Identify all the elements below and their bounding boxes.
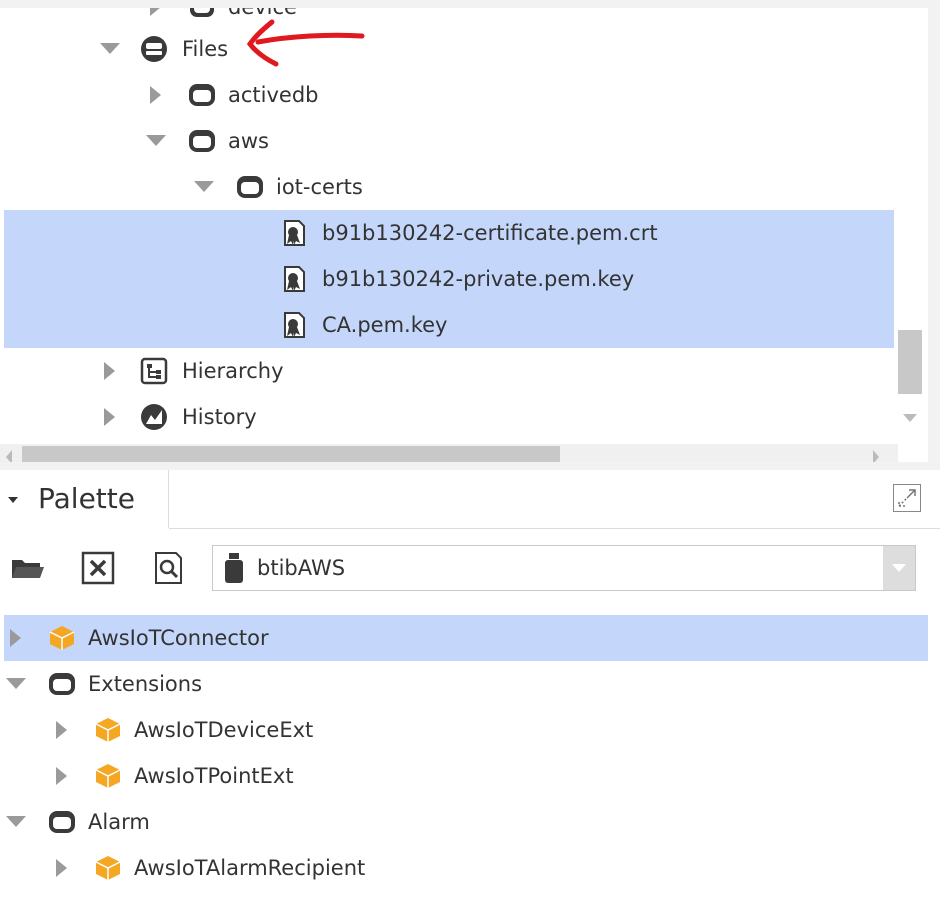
folder-icon (189, 130, 215, 152)
palette-item-label: AwsIoTConnector (88, 626, 269, 650)
component-icon (95, 764, 121, 788)
palette-item-label: AwsIoTAlarmRecipient (134, 856, 366, 880)
expand-arrow-icon[interactable] (104, 362, 115, 380)
expand-arrow-icon[interactable] (104, 408, 115, 426)
palette-item-label: AwsIoTDeviceExt (134, 718, 314, 742)
tree-node-label: activedb (228, 83, 319, 107)
tree-node-files[interactable]: Files (0, 26, 890, 72)
expand-arrow-icon[interactable] (150, 86, 161, 104)
history-icon (141, 404, 167, 430)
tree-node-private-key-file[interactable]: b91b130242-private.pem.key (0, 256, 890, 302)
folder-icon (190, 8, 214, 17)
palette-item-label: AwsIoTPointExt (134, 764, 294, 788)
tree-node-ca-key-file[interactable]: CA.pem.key (0, 302, 890, 348)
collapse-arrow-icon[interactable] (194, 181, 214, 192)
expand-arrow-icon[interactable] (10, 629, 21, 647)
palette-menu-arrow-icon[interactable] (8, 497, 18, 503)
vertical-scrollbar-thumb[interactable] (898, 330, 922, 394)
open-folder-icon[interactable] (10, 550, 46, 586)
certificate-file-icon (284, 220, 305, 246)
palette-item-label: Alarm (88, 810, 150, 834)
collapse-arrow-icon[interactable] (146, 135, 166, 146)
tree-node-activedb[interactable]: activedb (0, 72, 890, 118)
palette-item-extensions[interactable]: Extensions (0, 661, 928, 707)
palette-item-awsiotdeviceext[interactable]: AwsIoTDeviceExt (0, 707, 928, 753)
expand-arrow-icon[interactable] (56, 859, 67, 877)
folder-icon (237, 176, 263, 198)
palette-tab[interactable]: Palette (0, 470, 169, 528)
component-icon (95, 856, 121, 880)
tree-node-label: b91b130242-private.pem.key (322, 267, 635, 291)
scroll-down-arrow-icon[interactable] (903, 414, 917, 422)
scroll-left-arrow-icon[interactable] (6, 450, 12, 462)
tree-node-label: History (182, 405, 257, 429)
tree-node-aws[interactable]: aws (0, 118, 890, 164)
module-select[interactable]: btibAWS (212, 545, 916, 591)
certificate-file-icon (284, 312, 305, 338)
horizontal-scrollbar-thumb[interactable] (22, 446, 560, 462)
folder-icon (49, 811, 75, 833)
component-icon (49, 626, 75, 650)
palette-title: Palette (38, 482, 135, 515)
tree-node-label: iot-certs (276, 175, 363, 199)
maximize-button[interactable] (893, 484, 921, 512)
component-icon (95, 718, 121, 742)
certificate-file-icon (284, 266, 305, 292)
folder-icon (189, 84, 215, 106)
palette-header-bar (169, 470, 940, 529)
close-palette-icon[interactable] (80, 550, 116, 586)
tree-node-iot-certs[interactable]: iot-certs (0, 164, 890, 210)
expand-arrow-icon[interactable] (150, 8, 161, 16)
collapse-arrow-icon[interactable] (100, 43, 120, 54)
dropdown-arrow-icon[interactable] (883, 546, 915, 590)
folder-icon (49, 673, 75, 695)
expand-arrow-icon[interactable] (56, 721, 67, 739)
collapse-arrow-icon[interactable] (6, 816, 26, 827)
expand-arrow-icon[interactable] (56, 767, 67, 785)
tree-node-label: Hierarchy (182, 359, 284, 383)
tree-node-history[interactable]: History (0, 394, 890, 440)
tree-node-label: b91b130242-certificate.pem.crt (322, 221, 658, 245)
hierarchy-icon (140, 357, 168, 385)
tree-node-label: aws (228, 129, 269, 153)
nav-tree-pane: device Files activedb aws (0, 8, 928, 462)
file-space-icon (141, 36, 167, 62)
palette-item-label: Extensions (88, 672, 203, 696)
module-jar-icon (225, 553, 243, 583)
module-select-value: btibAWS (257, 556, 346, 580)
annotation-arrow-icon (246, 19, 365, 67)
tree-node-certificate-file[interactable]: b91b130242-certificate.pem.crt (0, 210, 890, 256)
scroll-right-arrow-icon[interactable] (873, 450, 879, 462)
palette-item-alarm[interactable]: Alarm (0, 799, 928, 845)
tree-node-hierarchy[interactable]: Hierarchy (0, 348, 890, 394)
find-icon[interactable] (150, 550, 186, 586)
palette-item-awsiotalarmrecipient[interactable]: AwsIoTAlarmRecipient (0, 845, 928, 891)
palette-item-awsiotpointext[interactable]: AwsIoTPointExt (0, 753, 928, 799)
maximize-icon (898, 489, 916, 507)
palette-item-awsiotconnector[interactable]: AwsIoTConnector (0, 615, 928, 661)
tree-node-label: CA.pem.key (322, 313, 448, 337)
palette-pane: Palette btibAWS AwsIoTConnector Extensio… (0, 470, 940, 922)
collapse-arrow-icon[interactable] (6, 678, 26, 689)
tree-node-label: Files (182, 37, 229, 61)
